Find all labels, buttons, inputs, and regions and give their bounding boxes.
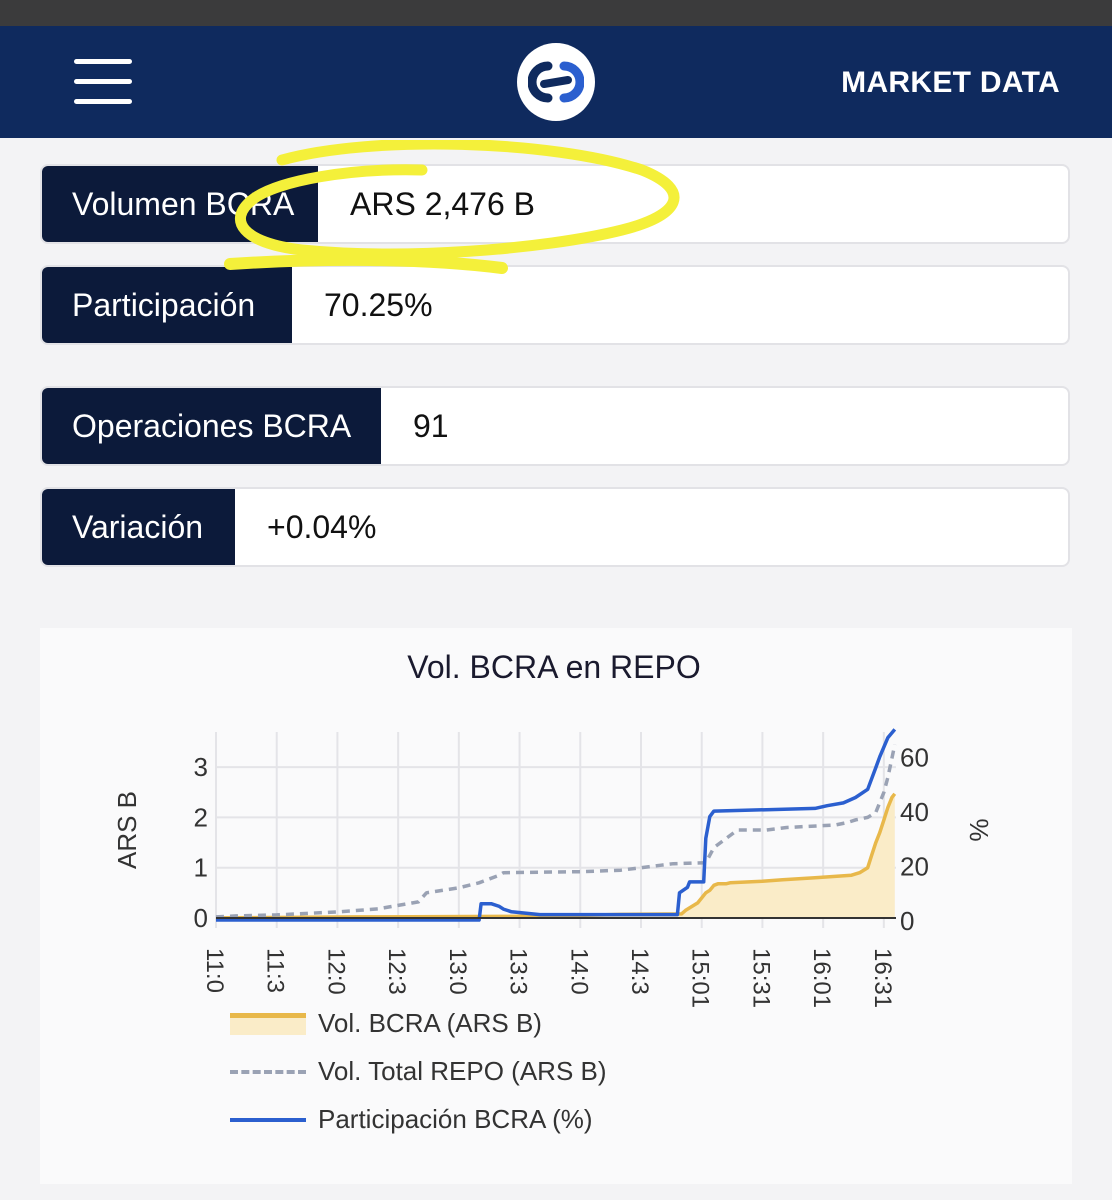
top-navbar: MARKET DATA xyxy=(0,26,1112,138)
hamburger-menu-icon[interactable] xyxy=(74,59,134,105)
legend-item-vol-total-repo[interactable]: Vol. Total REPO (ARS B) xyxy=(230,1056,607,1087)
y2-tick-label: 60 xyxy=(900,743,929,773)
x-tick-label: 11:0 xyxy=(201,948,228,993)
x-tick-label: 15:31 xyxy=(747,948,774,1008)
legend-swatch-participacion-bcra xyxy=(230,1109,306,1131)
stat-value: 91 xyxy=(413,407,449,444)
x-tick-label: 14:0 xyxy=(565,948,592,995)
x-tick-label: 12:3 xyxy=(383,948,410,995)
chart-title: Vol. BCRA en REPO xyxy=(407,649,700,685)
stat-label: Participación xyxy=(42,267,292,343)
stat-label: Operaciones BCRA xyxy=(42,388,381,464)
stat-participacion: Participación 70.25% xyxy=(40,265,1070,345)
y-tick-label: 2 xyxy=(194,802,208,832)
x-tick-label: 16:01 xyxy=(808,948,835,1008)
repo-chart-card: Vol. BCRA en REPO 0 1 2 3 0 20 40 60 11:0 11:3 12:… xyxy=(40,628,1072,1184)
x-tick-label: 11:3 xyxy=(262,948,289,993)
x-tick-label: 15:01 xyxy=(687,948,714,1008)
chart-series xyxy=(215,728,897,922)
legend-label: Vol. Total REPO (ARS B) xyxy=(318,1056,607,1086)
y-tick-label: 0 xyxy=(194,903,208,933)
x-tick-label: 12:0 xyxy=(322,948,349,995)
x-tick-label: 14:3 xyxy=(626,948,653,995)
y2-axis-title: % xyxy=(964,818,994,841)
legend-item-vol-bcra[interactable]: Vol. BCRA (ARS B) xyxy=(230,1008,542,1039)
stat-variacion: Variación +0.04% xyxy=(40,487,1070,567)
series-area-fill xyxy=(216,793,895,918)
stat-value: 70.25% xyxy=(324,286,433,323)
x-tick-label: 13:3 xyxy=(505,948,532,995)
stat-value: +0.04% xyxy=(267,508,377,545)
x-tick-label: 16:31 xyxy=(869,948,896,1008)
legend-swatch-vol-bcra xyxy=(230,1012,306,1035)
repo-chart: Vol. BCRA en REPO 0 1 2 3 0 20 40 60 11:0 11:3 12:… xyxy=(112,649,994,1008)
legend-label: Vol. BCRA (ARS B) xyxy=(318,1008,542,1038)
logo-mark-icon xyxy=(528,61,584,103)
stat-label: Variación xyxy=(42,489,235,565)
y2-tick-label: 20 xyxy=(900,852,929,882)
x-tick-label: 13:0 xyxy=(444,948,471,995)
stat-value: ARS 2,476 B xyxy=(350,185,535,222)
y2-tick-label: 0 xyxy=(900,906,914,936)
market-data-link[interactable]: MARKET DATA xyxy=(841,66,1060,100)
stat-volumen-bcra: Volumen BCRA ARS 2,476 B xyxy=(40,164,1070,244)
stat-label: Volumen BCRA xyxy=(42,166,318,242)
y2-tick-label: 40 xyxy=(900,797,929,827)
legend-swatch-vol-total-repo xyxy=(230,1061,306,1083)
device-status-bar xyxy=(0,0,1112,26)
y-axis-title: ARS B xyxy=(112,791,142,869)
stat-operaciones-bcra: Operaciones BCRA 91 xyxy=(40,386,1070,466)
brand-logo-icon[interactable] xyxy=(517,43,595,121)
y-tick-label: 3 xyxy=(194,752,208,782)
y-tick-label: 1 xyxy=(194,853,208,883)
legend-item-participacion-bcra[interactable]: Participación BCRA (%) xyxy=(230,1104,593,1135)
legend-label: Participación BCRA (%) xyxy=(318,1104,593,1134)
